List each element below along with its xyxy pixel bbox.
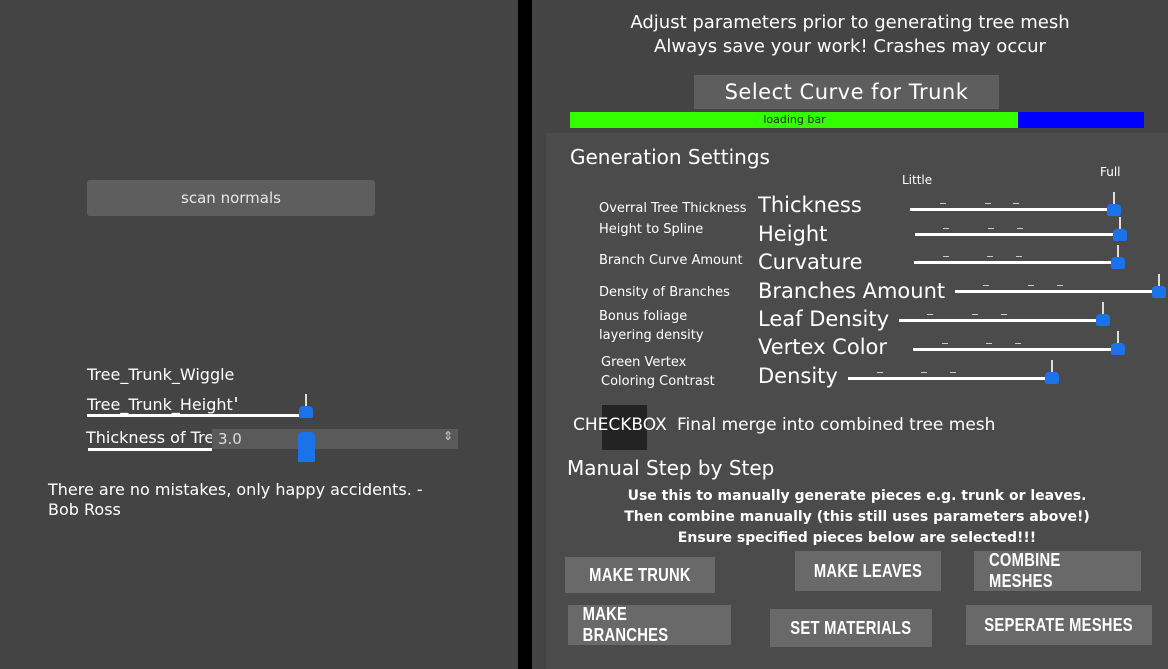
thickness-underline bbox=[88, 448, 212, 451]
thickness-of-tree-label: Thickness of Tree bbox=[86, 428, 225, 447]
slider-tick bbox=[927, 314, 933, 315]
slider-knob[interactable] bbox=[1111, 245, 1125, 269]
slider-tick bbox=[950, 372, 956, 373]
generation-settings-title: Generation Settings bbox=[570, 145, 770, 169]
checkbox-label[interactable]: CHECKBOX bbox=[573, 415, 667, 435]
manual-info-line2: Then combine manually (this still uses p… bbox=[624, 509, 1090, 525]
thickness-of-tree-spinner[interactable]: 3.0 ⇕ bbox=[212, 429, 458, 449]
left-panel bbox=[0, 0, 518, 669]
slider-tick bbox=[943, 228, 949, 229]
slider-tick bbox=[1057, 285, 1063, 286]
bob-ross-quote: There are no mistakes, only happy accide… bbox=[48, 480, 423, 519]
slider-tick bbox=[940, 203, 946, 204]
tree-trunk-height-label: Tree_Trunk_Height bbox=[87, 395, 233, 414]
slider-track[interactable] bbox=[913, 348, 1113, 351]
slider-tick bbox=[943, 256, 949, 257]
loading-bar-remaining bbox=[1018, 112, 1144, 128]
make-leaves-label: MAKE LEAVES bbox=[813, 560, 923, 582]
param-desc-branches: Density of Branches bbox=[599, 285, 730, 300]
slider-tick bbox=[921, 372, 927, 373]
slider-tick bbox=[1017, 228, 1023, 229]
make-trunk-button[interactable]: MAKE TRUNK bbox=[565, 557, 715, 593]
make-leaves-button[interactable]: MAKE LEAVES bbox=[795, 551, 941, 591]
slider-track[interactable] bbox=[910, 208, 1110, 211]
header-instruction: Adjust parameters prior to generating tr… bbox=[630, 12, 1070, 33]
manual-info-line1: Use this to manually generate pieces e.g… bbox=[627, 488, 1087, 504]
slider-tick bbox=[972, 314, 978, 315]
loading-bar-label: loading bar bbox=[763, 113, 826, 126]
param-desc-vertex-color: Green Vertex Coloring Contrast bbox=[601, 355, 715, 389]
manual-info-line3: Ensure specified pieces below are select… bbox=[677, 530, 1037, 546]
slider-knob[interactable] bbox=[1107, 192, 1121, 216]
param-desc-leaf-density: Bonus foliage layering density bbox=[599, 309, 704, 343]
select-curve-button[interactable]: Select Curve for Trunk bbox=[694, 75, 999, 109]
spinner-arrows-icon[interactable]: ⇕ bbox=[443, 429, 453, 443]
panel-divider bbox=[518, 0, 532, 669]
final-merge-label: Final merge into combined tree mesh bbox=[677, 415, 996, 435]
param-desc-curvature: Branch Curve Amount bbox=[599, 253, 743, 268]
slider-knob[interactable] bbox=[1111, 331, 1125, 355]
slider-tick bbox=[985, 203, 991, 204]
make-branches-button[interactable]: MAKE BRANCHES bbox=[568, 605, 731, 645]
slider-knob[interactable] bbox=[1113, 217, 1127, 241]
slider-tick bbox=[987, 256, 993, 257]
slider-tick bbox=[1001, 314, 1007, 315]
slider-tick bbox=[983, 285, 989, 286]
slider-tick bbox=[988, 228, 994, 229]
slider-tick bbox=[1015, 343, 1021, 344]
slider-knob[interactable] bbox=[1096, 302, 1110, 326]
set-materials-label: SET MATERIALS bbox=[790, 617, 912, 639]
combine-meshes-label: COMBINE MESHES bbox=[989, 551, 1126, 591]
scale-min-label: Little bbox=[902, 173, 933, 187]
param-label-branches-amount: Branches Amount bbox=[758, 279, 946, 303]
param-label-leaf-density: Leaf Density bbox=[758, 307, 890, 331]
param-desc-height: Height to Spline bbox=[599, 222, 704, 237]
scale-max-label: Full bbox=[1100, 165, 1121, 179]
header-warning: Always save your work! Crashes may occur bbox=[654, 36, 1046, 57]
slider-tick bbox=[1013, 203, 1019, 204]
slider-track[interactable] bbox=[848, 377, 1048, 380]
tick-mark bbox=[235, 397, 237, 402]
param-label-density: Density bbox=[758, 364, 838, 388]
slider-knob[interactable] bbox=[1152, 274, 1166, 298]
tree-trunk-wiggle-label: Tree_Trunk_Wiggle bbox=[87, 365, 235, 384]
slider-track[interactable] bbox=[915, 233, 1115, 236]
tree-trunk-height-slider-track[interactable] bbox=[87, 414, 302, 417]
slider-track[interactable] bbox=[955, 290, 1155, 293]
combine-meshes-button[interactable]: COMBINE MESHES bbox=[974, 551, 1141, 591]
slider-tick bbox=[942, 343, 948, 344]
seperate-meshes-label: SEPERATE MESHES bbox=[984, 614, 1134, 636]
make-trunk-label: MAKE TRUNK bbox=[589, 564, 691, 586]
slider-tick bbox=[986, 343, 992, 344]
slider-track[interactable] bbox=[899, 319, 1099, 322]
slider-knob[interactable] bbox=[1045, 360, 1059, 384]
param-label-height: Height bbox=[758, 222, 828, 246]
set-materials-button[interactable]: SET MATERIALS bbox=[770, 609, 932, 647]
param-desc-thickness: Overral Tree Thickness bbox=[599, 201, 747, 216]
param-label-vertex-color: Vertex Color bbox=[758, 335, 888, 359]
slider-track[interactable] bbox=[914, 261, 1114, 264]
seperate-meshes-button[interactable]: SEPERATE MESHES bbox=[966, 605, 1152, 645]
slider-tick bbox=[1016, 256, 1022, 257]
tree-trunk-height-slider-knob[interactable] bbox=[299, 394, 313, 418]
param-label-curvature: Curvature bbox=[758, 250, 863, 274]
thickness-slider-knob[interactable] bbox=[298, 432, 315, 462]
slider-tick bbox=[877, 372, 883, 373]
scan-normals-button[interactable]: scan normals bbox=[87, 180, 375, 216]
make-branches-label: MAKE BRANCHES bbox=[582, 605, 717, 645]
slider-tick bbox=[1028, 285, 1034, 286]
manual-step-title: Manual Step by Step bbox=[567, 456, 775, 480]
thickness-value[interactable]: 3.0 bbox=[218, 430, 242, 448]
param-label-thickness: Thickness bbox=[758, 193, 862, 217]
